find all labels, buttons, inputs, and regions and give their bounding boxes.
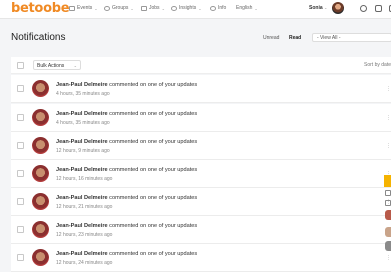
row-checkbox[interactable] [17,142,24,149]
contacts-icon[interactable] [385,200,391,206]
chevron-down-icon: ⌄ [73,63,77,68]
avatar[interactable] [32,137,49,154]
top-navigation-bar: betoobe Events ⌄ Groups ⌄ Jobs ⌄ Insight… [0,0,391,19]
row-checkbox[interactable] [17,170,24,177]
notification-message[interactable]: Jean-Paul Delmeire commented on one of y… [56,223,197,229]
notification-row: Jean-Paul Delmeire commented on one of y… [11,216,391,244]
nav-insights[interactable]: Insights ⌄ [171,5,202,11]
filter-unread[interactable]: Unread [263,35,279,41]
avatar[interactable] [32,165,49,182]
nav-info[interactable]: Info [210,5,226,11]
nav-info-label: Info [218,5,227,11]
notification-time: 12 hours, 16 minutes ago [56,176,113,182]
notification-message[interactable]: Jean-Paul Delmeire commented on one of y… [56,139,197,145]
filter-read[interactable]: Read [289,35,301,41]
chevron-down-icon: ⌄ [161,5,165,11]
row-actions-icon[interactable]: ⋮ [386,255,391,261]
row-checkbox[interactable] [17,198,24,205]
chevron-down-icon: ⌄ [130,5,134,11]
actor-name: Jean-Paul Delmeire [56,139,108,145]
nav-groups[interactable]: Groups ⌄ [104,5,134,11]
notification-time: 12 hours, 23 minutes ago [56,232,113,238]
chat-badge[interactable] [384,175,391,187]
notification-row: Jean-Paul Delmeire commented on one of y… [11,75,391,103]
bulk-actions-select[interactable]: Bulk Actions ⌄ [33,60,81,70]
row-checkbox[interactable] [17,85,24,92]
notification-row: Jean-Paul Delmeire commented on one of y… [11,244,391,272]
avatar[interactable] [32,109,49,126]
chevron-down-icon: ⌄ [324,5,328,10]
user-avatar[interactable] [332,2,344,14]
nav-events-label: Events [77,5,93,11]
chevron-down-icon: ⌄ [254,5,258,11]
chevron-down-icon: ⌄ [198,5,202,11]
calendar-icon [69,5,75,11]
search-icon[interactable] [360,5,367,12]
notification-message[interactable]: Jean-Paul Delmeire commented on one of y… [56,111,197,117]
actor-name: Jean-Paul Delmeire [56,167,108,173]
nav-events[interactable]: Events ⌄ [69,5,98,11]
notification-time: 12 hours, 9 minutes ago [56,148,110,154]
notification-text: commented on one of your updates [107,139,198,145]
app-logo[interactable]: betoobe [11,1,70,16]
page-title: Notifications [11,32,66,43]
language-selector[interactable]: English ⌄ [236,5,258,11]
bulk-actions-label: Bulk Actions [37,63,65,69]
avatar[interactable] [32,221,49,238]
notification-row: Jean-Paul Delmeire commented on one of y… [11,188,391,216]
notification-message[interactable]: Jean-Paul Delmeire commented on one of y… [56,82,197,88]
notification-text: commented on one of your updates [107,195,198,201]
groups-icon [104,5,110,11]
actor-name: Jean-Paul Delmeire [56,111,108,117]
row-checkbox[interactable] [17,226,24,233]
notification-text: commented on one of your updates [107,82,198,88]
notification-row: Jean-Paul Delmeire commented on one of y… [11,160,391,188]
avatar[interactable] [385,210,391,220]
user-name[interactable]: Sonia ⌄ [309,5,327,11]
language-label: English [236,5,253,11]
notification-time: 12 hours, 24 minutes ago [56,260,113,266]
nav-groups-label: Groups [112,5,129,11]
select-all-checkbox[interactable] [17,62,24,69]
notification-time: 12 hours, 21 minutes ago [56,204,113,210]
insights-icon [171,5,177,11]
info-icon [210,5,216,11]
notification-row: Jean-Paul Delmeire commented on one of y… [11,104,391,132]
user-name-label: Sonia [309,5,323,11]
chevron-down-icon: ⌄ [94,5,98,11]
row-actions-icon[interactable]: ⋮ [386,86,391,92]
view-filter-select[interactable]: - View All - [312,33,391,42]
notification-message[interactable]: Jean-Paul Delmeire commented on one of y… [56,251,197,257]
actor-name: Jean-Paul Delmeire [56,195,108,201]
actor-name: Jean-Paul Delmeire [56,223,108,229]
avatar[interactable] [32,193,49,210]
avatar[interactable] [32,249,49,266]
row-actions-icon[interactable]: ⋮ [386,115,391,121]
briefcase-icon [141,5,147,11]
notification-message[interactable]: Jean-Paul Delmeire commented on one of y… [56,167,197,173]
notification-row: Jean-Paul Delmeire commented on one of y… [11,132,391,160]
actor-name: Jean-Paul Delmeire [56,82,108,88]
notification-text: commented on one of your updates [107,251,198,257]
actor-name: Jean-Paul Delmeire [56,251,108,257]
notification-time: 4 hours, 35 minutes ago [56,120,110,126]
chat-icon[interactable] [385,190,391,196]
notification-message[interactable]: Jean-Paul Delmeire commented on one of y… [56,195,197,201]
avatar[interactable] [32,80,49,97]
nav-jobs[interactable]: Jobs ⌄ [141,5,165,11]
nav-jobs-label: Jobs [149,5,160,11]
avatar[interactable] [385,241,391,251]
sort-by-select[interactable]: Sort by date [364,62,391,68]
notification-text: commented on one of your updates [107,223,198,229]
notification-text: commented on one of your updates [107,111,198,117]
notification-time: 4 hours, 35 minutes ago [56,91,110,97]
notification-text: commented on one of your updates [107,167,198,173]
row-checkbox[interactable] [17,114,24,121]
nav-insights-label: Insights [179,5,197,11]
row-actions-icon[interactable]: ⋮ [386,143,391,149]
messages-icon[interactable] [375,5,382,12]
avatar[interactable] [385,227,391,237]
notifications-toolbar: Bulk Actions ⌄ Sort by date [11,57,391,74]
